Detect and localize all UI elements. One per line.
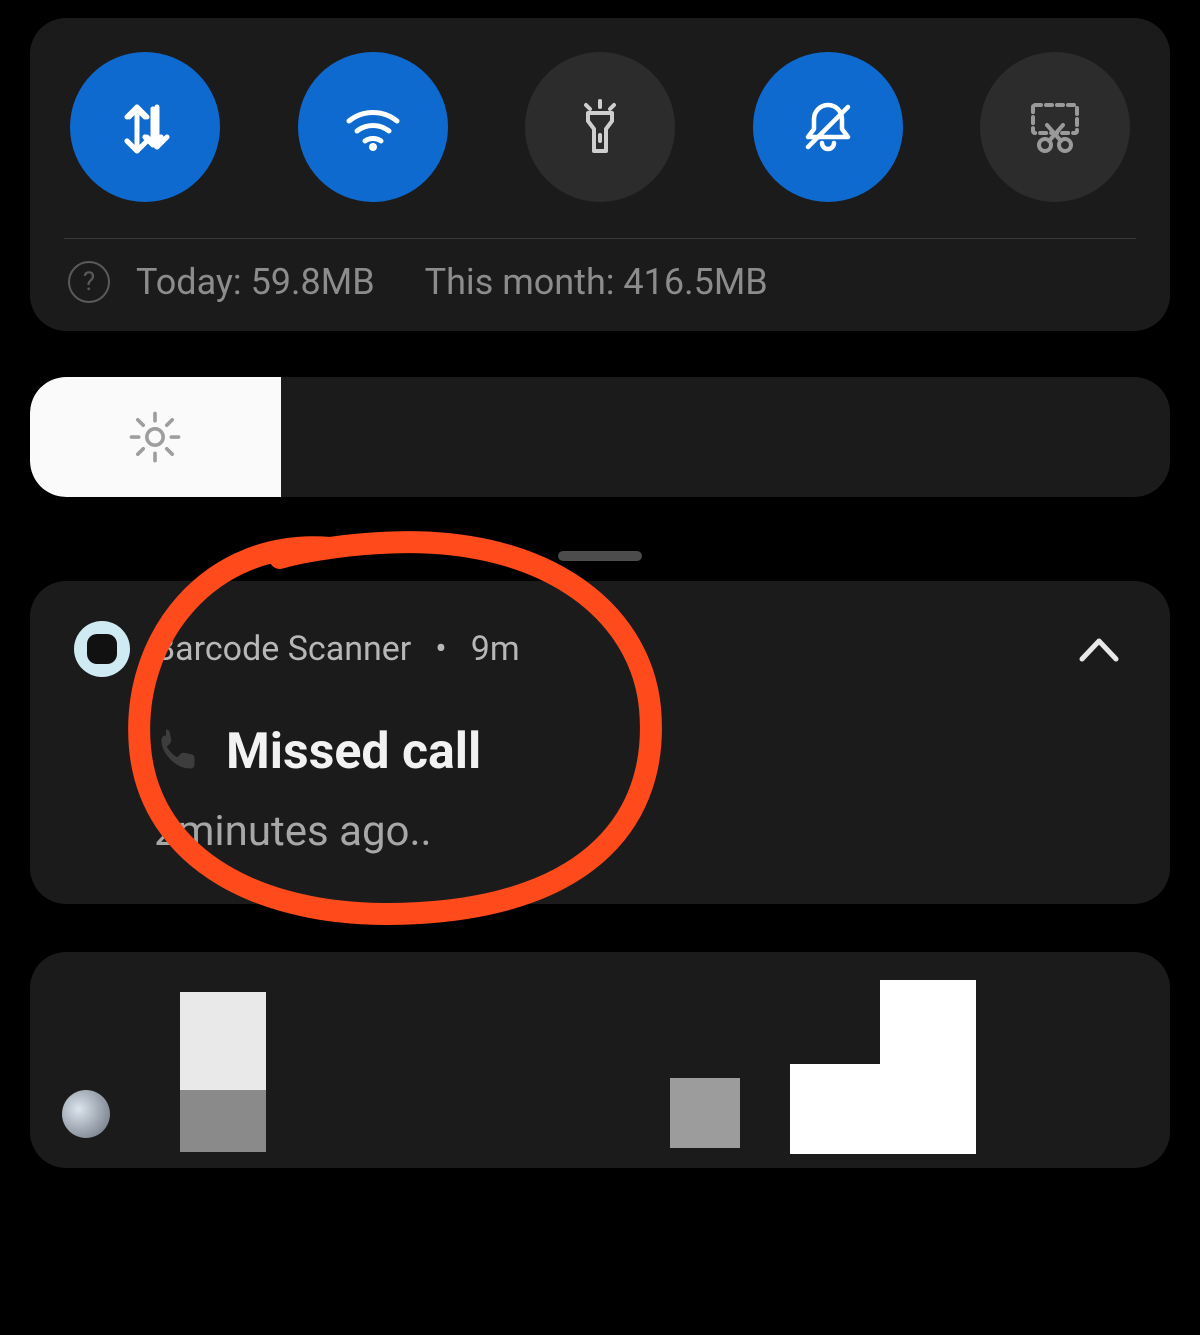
- data-usage-today: Today: 59.8MB: [136, 261, 375, 303]
- wifi-toggle[interactable]: [298, 52, 448, 202]
- data-usage-row[interactable]: ? Today: 59.8MB This month: 416.5MB: [64, 239, 1136, 311]
- notification-card-redacted[interactable]: [30, 952, 1170, 1168]
- redaction-block: [180, 1090, 266, 1152]
- notification-separator: •: [435, 629, 446, 669]
- collapse-chevron-icon[interactable]: [1076, 629, 1122, 675]
- mobile-data-icon: [113, 95, 177, 159]
- screenshot-toggle[interactable]: [980, 52, 1130, 202]
- data-usage-month: This month: 416.5MB: [425, 261, 768, 303]
- scissors-crop-icon: [1023, 95, 1087, 159]
- notification-app-name: Barcode Scanner: [154, 629, 411, 669]
- notification-header: Barcode Scanner • 9m: [74, 621, 1126, 677]
- app-icon: [62, 1090, 110, 1138]
- wifi-icon: [341, 95, 405, 159]
- bell-off-icon: [796, 95, 860, 159]
- flashlight-icon: [568, 95, 632, 159]
- flashlight-toggle[interactable]: [525, 52, 675, 202]
- notification-age: 9m: [471, 629, 520, 669]
- shade-drag-handle[interactable]: [558, 551, 642, 561]
- dnd-toggle[interactable]: [753, 52, 903, 202]
- mobile-data-toggle[interactable]: [70, 52, 220, 202]
- help-glyph: ?: [83, 267, 95, 297]
- redaction-block: [880, 980, 976, 1154]
- notification-subtitle: 2minutes ago..: [154, 807, 1126, 856]
- notification-title-row: Missed call: [154, 723, 1126, 781]
- phone-icon: [154, 728, 202, 776]
- notification-title: Missed call: [226, 723, 481, 781]
- app-icon: [74, 621, 130, 677]
- notification-card[interactable]: Barcode Scanner • 9m Missed call 2minute…: [30, 581, 1170, 904]
- quick-settings-row: [64, 52, 1136, 239]
- quick-settings-panel: ? Today: 59.8MB This month: 416.5MB: [30, 18, 1170, 331]
- redaction-block: [790, 1064, 880, 1154]
- brightness-slider[interactable]: [30, 377, 1170, 497]
- redaction-block: [180, 992, 266, 1090]
- help-icon[interactable]: ?: [68, 261, 110, 303]
- redaction-block: [670, 1078, 740, 1148]
- brightness-icon: [126, 408, 184, 466]
- brightness-fill: [30, 377, 281, 497]
